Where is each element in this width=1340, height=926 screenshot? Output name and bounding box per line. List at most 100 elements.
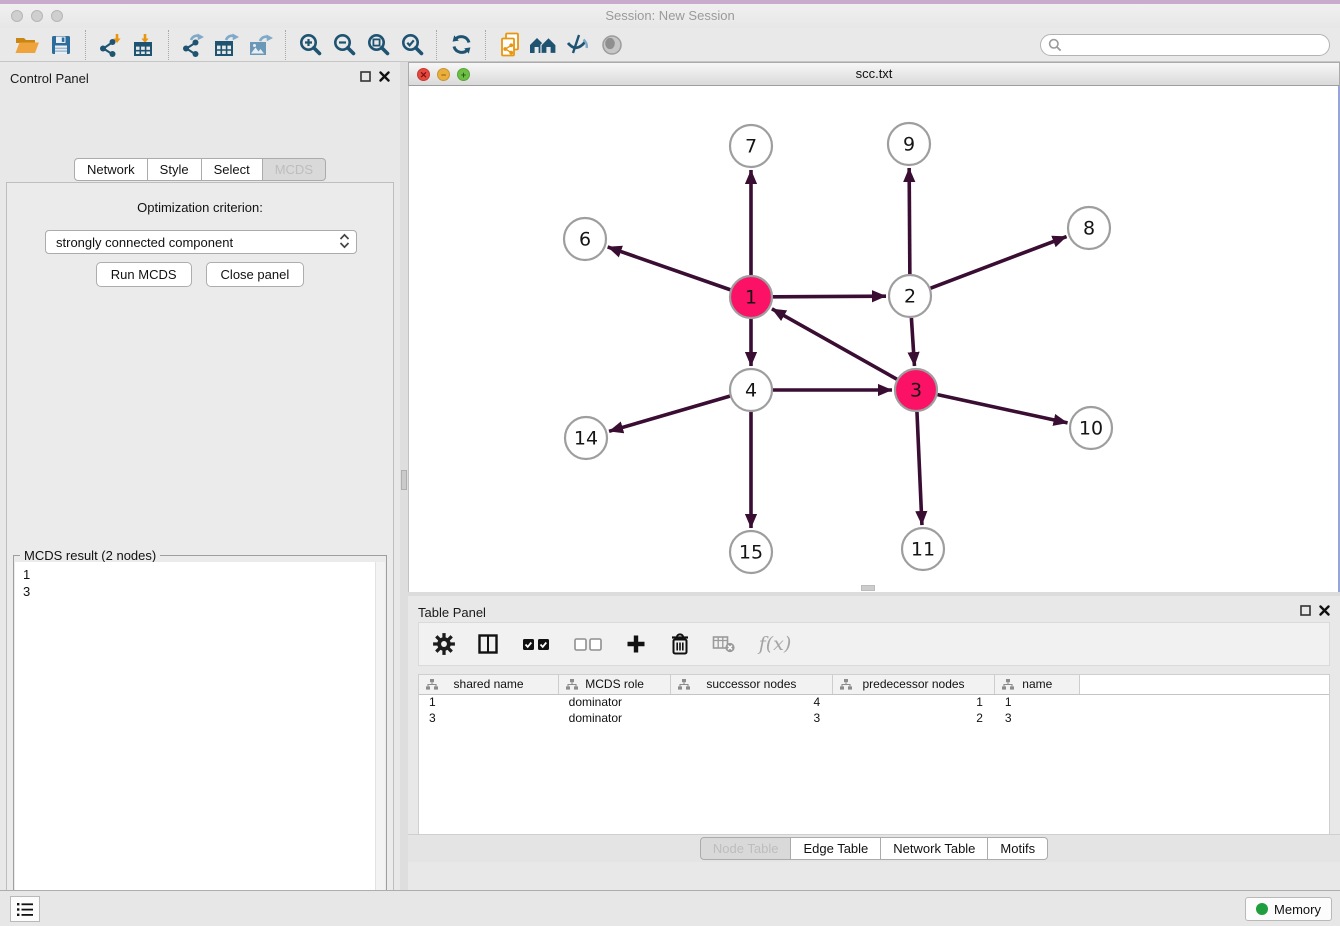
column-header-predecessor-nodes[interactable]: predecessor nodes: [832, 675, 995, 694]
deselect-all-icon[interactable]: [571, 631, 605, 657]
table-cell[interactable]: 3: [419, 710, 559, 726]
graph-node-3[interactable]: 3: [895, 369, 937, 411]
graph-edge-1-6[interactable]: [608, 247, 731, 290]
table-panel: Table Panel: [408, 596, 1340, 890]
graph-edge-3-10[interactable]: [937, 395, 1067, 423]
network-canvas[interactable]: 7 9 6 8 1 2 4 3 14 10 15 11: [408, 86, 1340, 592]
close-panel-icon[interactable]: [379, 71, 390, 82]
column-header-successor-nodes[interactable]: successor nodes: [671, 675, 833, 694]
save-session-icon[interactable]: [44, 30, 78, 60]
close-window-icon[interactable]: [11, 10, 23, 22]
network-graph[interactable]: 7 9 6 8 1 2 4 3 14 10 15 11: [409, 86, 1339, 590]
svg-text:10: 10: [1079, 418, 1103, 440]
canvas-splitter-handle[interactable]: [861, 585, 875, 591]
node-table[interactable]: shared nameMCDS rolesuccessor nodesprede…: [418, 674, 1330, 850]
graph-node-9[interactable]: 9: [888, 123, 930, 165]
graph-node-8[interactable]: 8: [1068, 207, 1110, 249]
export-image-icon[interactable]: [244, 30, 278, 60]
column-header-shared-name[interactable]: shared name: [419, 675, 559, 694]
table-cell[interactable]: dominator: [559, 710, 671, 726]
zoom-fit-icon[interactable]: [361, 30, 395, 60]
hide-selected-icon[interactable]: [561, 30, 595, 60]
minimize-view-icon[interactable]: −: [437, 68, 450, 81]
graph-node-11[interactable]: 11: [902, 528, 944, 570]
minimize-window-icon[interactable]: [31, 10, 43, 22]
maximize-view-icon[interactable]: +: [457, 68, 470, 81]
columns-icon[interactable]: [475, 631, 501, 657]
tab-style[interactable]: Style: [148, 158, 202, 181]
table-cell[interactable]: 4: [671, 694, 833, 710]
graph-node-1[interactable]: 1: [730, 276, 772, 318]
zoom-out-icon[interactable]: [327, 30, 361, 60]
result-scrollbar[interactable]: [375, 562, 385, 926]
table-row[interactable]: 3dominator323: [419, 710, 1329, 726]
table-cell[interactable]: 3: [671, 710, 833, 726]
zoom-in-icon[interactable]: [293, 30, 327, 60]
column-header-name[interactable]: name: [995, 675, 1080, 694]
import-network-icon[interactable]: [93, 30, 127, 60]
splitter-handle[interactable]: [401, 470, 407, 490]
graph-edge-2-9[interactable]: [909, 168, 910, 274]
close-view-icon[interactable]: ✕: [417, 68, 430, 81]
show-all-icon[interactable]: [595, 30, 629, 60]
graph-edge-3-11[interactable]: [917, 412, 922, 525]
network-window-titlebar[interactable]: ✕ − + scc.txt: [408, 62, 1340, 86]
table-cell[interactable]: 1: [832, 694, 995, 710]
search-input[interactable]: [1062, 38, 1322, 52]
open-session-icon[interactable]: [10, 30, 44, 60]
graph-node-6[interactable]: 6: [564, 218, 606, 260]
graph-edge-2-8[interactable]: [931, 237, 1067, 289]
close-panel-icon[interactable]: [1319, 605, 1330, 616]
table-cell[interactable]: 2: [832, 710, 995, 726]
run-mcds-button[interactable]: Run MCDS: [96, 262, 192, 287]
select-all-icon[interactable]: [519, 631, 553, 657]
float-panel-icon[interactable]: [1300, 605, 1311, 616]
graph-node-2[interactable]: 2: [889, 275, 931, 317]
tab-network-table[interactable]: Network Table: [881, 837, 988, 860]
close-panel-button[interactable]: Close panel: [206, 262, 305, 287]
float-panel-icon[interactable]: [360, 71, 371, 82]
graph-node-4[interactable]: 4: [730, 369, 772, 411]
table-cell[interactable]: dominator: [559, 694, 671, 710]
graph-edge-1-2[interactable]: [773, 296, 886, 297]
task-history-button[interactable]: [10, 896, 40, 922]
apply-layout-icon[interactable]: [527, 30, 561, 60]
tab-edge-table[interactable]: Edge Table: [791, 837, 881, 860]
export-table-icon[interactable]: [210, 30, 244, 60]
graph-node-10[interactable]: 10: [1070, 407, 1112, 449]
import-table-icon[interactable]: [127, 30, 161, 60]
graph-node-14[interactable]: 14: [565, 417, 607, 459]
graph-node-15[interactable]: 15: [730, 531, 772, 573]
table-cell[interactable]: 1: [419, 694, 559, 710]
tab-mcds[interactable]: MCDS: [263, 158, 326, 181]
delete-table-icon[interactable]: [711, 631, 737, 657]
zoom-selected-icon[interactable]: [395, 30, 429, 60]
graph-edge-4-14[interactable]: [609, 396, 730, 431]
add-column-icon[interactable]: [623, 631, 649, 657]
optimization-criterion-select[interactable]: strongly connected component: [45, 230, 357, 254]
maximize-window-icon[interactable]: [51, 10, 63, 22]
column-header-MCDS-role[interactable]: MCDS role: [559, 675, 671, 694]
table-cell[interactable]: 1: [995, 694, 1080, 710]
table-row[interactable]: 1dominator411: [419, 694, 1329, 710]
new-network-from-selection-icon[interactable]: [493, 30, 527, 60]
svg-text:9: 9: [903, 134, 915, 156]
tab-node-table[interactable]: Node Table: [700, 837, 792, 860]
memory-button[interactable]: Memory: [1245, 897, 1332, 921]
graph-edge-2-3[interactable]: [911, 318, 914, 366]
delete-icon[interactable]: [667, 631, 693, 657]
table-cell[interactable]: 3: [995, 710, 1080, 726]
graph-edge-3-1[interactable]: [772, 309, 897, 379]
refresh-icon[interactable]: [444, 30, 478, 60]
search-box[interactable]: [1040, 34, 1330, 56]
gear-icon[interactable]: [431, 631, 457, 657]
export-network-icon[interactable]: [176, 30, 210, 60]
graph-node-7[interactable]: 7: [730, 125, 772, 167]
tab-motifs[interactable]: Motifs: [988, 837, 1048, 860]
vertical-splitter[interactable]: [400, 62, 408, 890]
mcds-result-text[interactable]: 13: [15, 562, 385, 926]
tab-network[interactable]: Network: [74, 158, 148, 181]
tab-select[interactable]: Select: [202, 158, 263, 181]
selected-option: strongly connected component: [56, 235, 233, 250]
column-header-filler: [1080, 675, 1329, 694]
